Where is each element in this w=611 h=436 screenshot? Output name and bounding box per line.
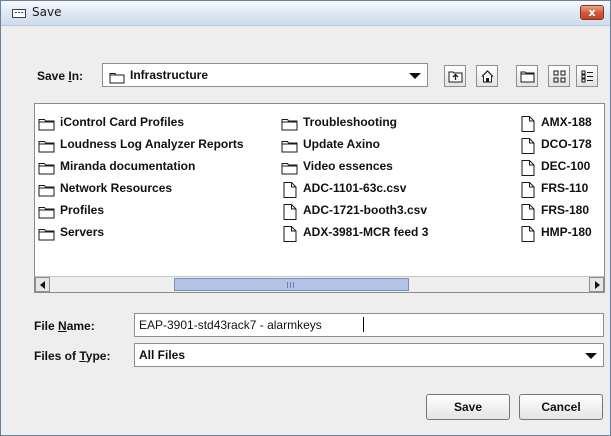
text-caret — [363, 317, 364, 332]
file-icon — [521, 226, 535, 246]
file-name-input[interactable]: EAP-3901-std43rack7 - alarmkeys — [134, 313, 604, 337]
file-icon — [521, 182, 535, 202]
file-list-item-label: AMX-188 — [541, 115, 592, 129]
chevron-left-icon — [40, 281, 45, 289]
file-icon — [283, 226, 297, 246]
scroll-right-button[interactable] — [589, 277, 604, 292]
file-list-item-label: Loudness Log Analyzer Reports — [60, 137, 244, 151]
folder-icon — [38, 226, 55, 245]
file-type-value: All Files — [139, 348, 186, 362]
dropdown-arrow-icon — [585, 353, 597, 359]
save-in-combo[interactable]: Infrastructure — [102, 63, 428, 87]
folder-icon — [38, 160, 55, 179]
horizontal-scrollbar[interactable] — [35, 276, 604, 292]
file-list-item-label: ADX-3981-MCR feed 3 — [303, 225, 429, 239]
file-icon — [521, 160, 535, 180]
save-button[interactable]: Save — [426, 394, 510, 420]
file-list-item-label: iControl Card Profiles — [60, 115, 185, 129]
up-one-level-button[interactable] — [444, 65, 466, 87]
list-view-button[interactable] — [548, 65, 570, 87]
home-button[interactable] — [476, 65, 498, 87]
home-icon — [481, 70, 494, 83]
file-list-item-label: Miranda documentation — [60, 159, 196, 173]
file-icon — [521, 116, 535, 136]
folder-icon — [109, 69, 125, 88]
title-bar[interactable]: Save x — [1, 1, 610, 26]
dropdown-arrow-icon — [409, 73, 421, 79]
file-icon — [283, 182, 297, 202]
file-list-item-label: ADC-1101-63c.csv — [303, 181, 407, 195]
cancel-button[interactable]: Cancel — [519, 394, 603, 420]
file-icon — [283, 204, 297, 224]
file-list-item-label: Servers — [60, 225, 105, 239]
folder-icon — [38, 182, 55, 201]
keyboard-icon — [12, 9, 26, 18]
file-list-item-label: FRS-180 — [541, 203, 590, 217]
save-dialog: Save x Save In: Infrastructure iControl … — [0, 0, 611, 436]
file-list-item-label: ADC-1721-booth3.csv — [303, 203, 428, 217]
file-list[interactable]: iControl Card Profiles Loudness Log Analy… — [34, 103, 605, 293]
file-name-value: EAP-3901-std43rack7 - alarmkeys — [139, 318, 322, 332]
file-icon — [521, 204, 535, 224]
scroll-left-button[interactable] — [35, 277, 50, 292]
file-name-label: File Name: — [34, 319, 95, 333]
file-list-item-label: DEC-100 — [541, 159, 591, 173]
folder-icon — [281, 160, 298, 179]
folder-icon — [38, 116, 55, 135]
file-list-item-label: Network Resources — [60, 181, 173, 195]
scroll-thumb[interactable] — [174, 278, 409, 291]
save-in-value: Infrastructure — [130, 68, 209, 82]
file-list-item-label: FRS-110 — [541, 181, 589, 195]
folder-icon — [38, 204, 55, 223]
new-folder-icon — [520, 71, 535, 83]
list-view-icon — [553, 70, 566, 83]
file-list-item-label: Troubleshooting — [303, 115, 397, 129]
folder-icon — [281, 138, 298, 157]
folder-icon — [281, 116, 298, 135]
file-list-item-label: HMP-180 — [541, 225, 592, 239]
new-folder-button[interactable] — [516, 65, 538, 87]
window-title: Save — [32, 5, 62, 19]
file-icon — [521, 138, 535, 158]
file-list-item-label: Update Axino — [303, 137, 380, 151]
chevron-right-icon — [595, 281, 600, 289]
file-type-label: Files of Type: — [34, 349, 111, 363]
folder-icon — [38, 138, 55, 157]
file-list-item-label: DCO-178 — [541, 137, 592, 151]
file-list-item-label: Profiles — [60, 203, 105, 217]
file-type-select[interactable]: All Files — [134, 343, 604, 367]
up-one-level-icon — [448, 71, 463, 83]
details-view-icon — [581, 70, 593, 83]
file-list-item-label: Video essences — [303, 159, 393, 173]
details-view-button[interactable] — [576, 65, 598, 87]
save-in-label: Save In: — [37, 69, 84, 83]
close-button[interactable]: x — [580, 5, 604, 20]
